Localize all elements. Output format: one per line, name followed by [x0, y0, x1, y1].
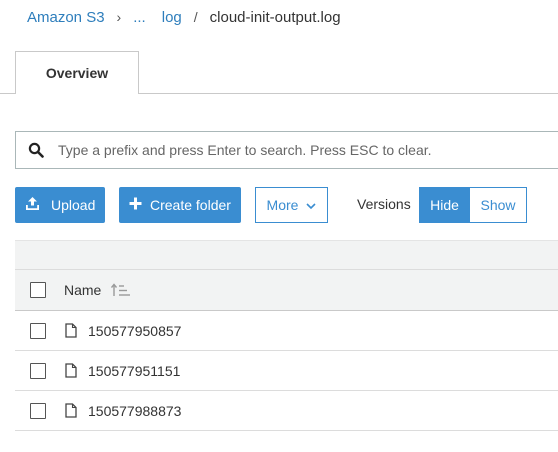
search-box	[15, 131, 558, 169]
table-row: 150577951151	[15, 351, 558, 391]
plus-icon	[129, 197, 142, 213]
breadcrumb-separator: /	[193, 9, 198, 25]
more-button[interactable]: More	[255, 187, 328, 223]
create-folder-button-label: Create folder	[150, 197, 231, 213]
column-header-name[interactable]: Name	[64, 282, 101, 298]
more-button-label: More	[266, 197, 299, 213]
upload-icon	[25, 196, 40, 214]
versions-label: Versions	[357, 196, 411, 212]
sort-icon[interactable]	[111, 283, 131, 297]
versions-show-button[interactable]: Show	[470, 187, 527, 223]
row-checkbox[interactable]	[30, 322, 46, 339]
object-name-link[interactable]: 150577988873	[88, 403, 181, 419]
create-folder-button[interactable]: Create folder	[119, 187, 241, 223]
select-all-checkbox[interactable]	[30, 282, 46, 298]
row-checkbox[interactable]	[30, 362, 46, 379]
object-name-link[interactable]: 150577951151	[88, 363, 180, 379]
table-row: 150577988873	[15, 391, 558, 431]
upload-button[interactable]: Upload	[15, 187, 105, 223]
tab-overview[interactable]: Overview	[15, 51, 139, 94]
breadcrumb-log-link[interactable]: log	[162, 9, 182, 26]
row-checkbox[interactable]	[30, 402, 46, 419]
table-row: 150577950857	[15, 311, 558, 351]
table-header: Name	[15, 269, 558, 311]
search-input[interactable]	[58, 142, 538, 158]
file-icon	[65, 403, 77, 418]
breadcrumb-current: cloud-init-output.log	[209, 8, 341, 26]
upload-button-label: Upload	[51, 197, 96, 213]
search-icon	[16, 142, 56, 158]
breadcrumb-ellipsis[interactable]: ...	[133, 9, 146, 26]
versions-hide-button[interactable]: Hide	[419, 187, 470, 223]
versions-toggle: Hide Show	[419, 187, 527, 223]
chevron-down-icon	[306, 197, 317, 213]
file-icon	[65, 363, 77, 378]
object-name-link[interactable]: 150577950857	[88, 323, 181, 339]
file-icon	[65, 323, 77, 338]
objects-table: Name 150577950857 150577951151 150577988…	[15, 240, 558, 431]
breadcrumb-amazon-s3-link[interactable]: Amazon S3	[27, 9, 105, 26]
table-toolbar-band	[15, 240, 558, 269]
breadcrumb: Amazon S3 › ... log / cloud-init-output.…	[27, 7, 341, 27]
breadcrumb-separator: ›	[116, 9, 122, 25]
